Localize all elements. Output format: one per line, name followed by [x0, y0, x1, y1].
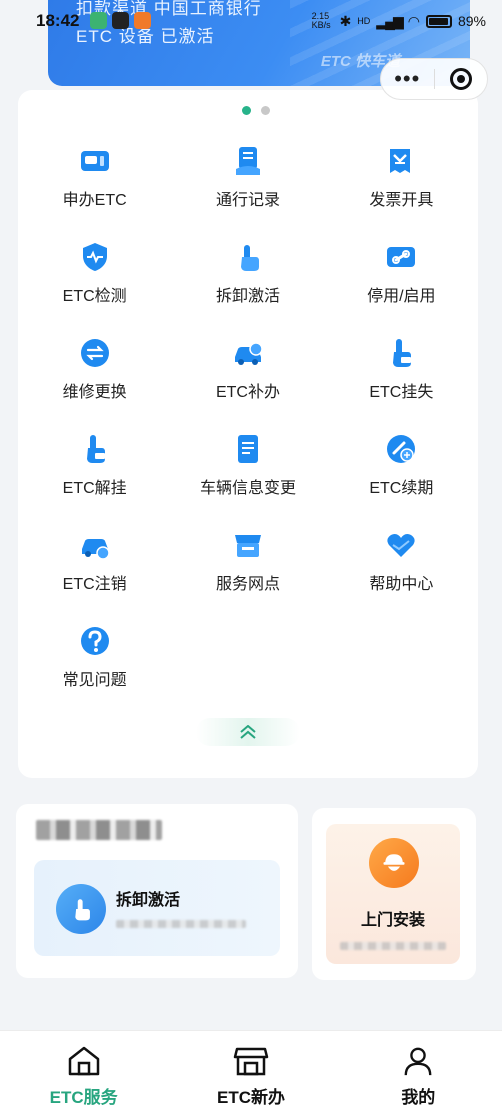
menu-etc-reissue[interactable]: ETC补办	[171, 330, 324, 426]
redacted-card-title	[36, 820, 162, 840]
shield-pulse-icon	[78, 240, 112, 274]
heart-hand-icon	[384, 528, 418, 562]
menu-dismantle-activate[interactable]: 拆卸激活	[171, 234, 324, 330]
tab-etc-new[interactable]: ETC新办	[167, 1031, 334, 1108]
renew-icon	[384, 432, 418, 466]
tab-etc-service[interactable]: ETC服务	[0, 1031, 167, 1108]
menu-etc-report-lost[interactable]: ETC挂失	[325, 330, 478, 426]
hand-lost-icon	[78, 432, 112, 466]
tab-mine[interactable]: 我的	[335, 1031, 502, 1108]
status-bar: 18:42 2.15 KB/s ✱ HD ▂▄▆ ◠ 89%	[0, 0, 502, 40]
status-right: 2.15 KB/s ✱ HD ▂▄▆ ◠ 89%	[312, 12, 486, 30]
car-reissue-icon	[231, 336, 265, 370]
service-grid: 申办ETC 通行记录 发票开具 ETC检测 拆卸激活 停用/启用 维修更换 ET…	[18, 138, 478, 714]
hand-lost-icon	[384, 336, 418, 370]
bluetooth-icon: ✱	[339, 12, 352, 29]
status-time: 18:42	[36, 11, 80, 30]
menu-disable-enable[interactable]: 停用/启用	[325, 234, 478, 330]
menu-etc-renew[interactable]: ETC续期	[325, 426, 478, 522]
question-icon	[78, 624, 112, 658]
link-card-icon	[384, 240, 418, 274]
dismantle-activate-entry[interactable]: 拆卸激活	[34, 860, 280, 956]
menu-label: ETC补办	[215, 384, 280, 401]
tab-label: ETC新办	[216, 1088, 285, 1107]
menu-label: ETC注销	[62, 576, 127, 593]
signal-icon: ▂▄▆	[376, 12, 403, 29]
hand-touch-icon	[231, 240, 265, 274]
menu-label: 拆卸激活	[215, 288, 280, 305]
store-icon	[231, 528, 265, 562]
menu-label: ETC挂失	[369, 384, 434, 401]
menu-label: 停用/启用	[367, 288, 436, 305]
menu-label: 申办ETC	[62, 192, 127, 209]
pager-dot-active[interactable]	[242, 106, 251, 115]
redacted-subtitle	[116, 920, 246, 928]
door-install-title: 上门安装	[360, 912, 425, 929]
network-speed: 2.15 KB/s	[311, 11, 331, 30]
menu-label: 常见问题	[62, 672, 127, 689]
tab-label: 我的	[401, 1088, 436, 1107]
car-cancel-icon	[78, 528, 112, 562]
menu-help-center[interactable]: 帮助中心	[325, 522, 478, 618]
etc-card-icon	[78, 144, 112, 178]
menu-etc-check[interactable]: ETC检测	[18, 234, 171, 330]
install-card: 上门安装	[312, 808, 476, 980]
home-icon	[68, 1046, 99, 1076]
menu-repair-replace[interactable]: 维修更换	[18, 330, 171, 426]
menu-label: ETC续期	[369, 480, 434, 497]
chevron-up-double-icon	[240, 725, 256, 739]
banner-pager	[242, 106, 270, 115]
menu-label: 通行记录	[215, 192, 280, 209]
shop-icon	[233, 1047, 269, 1076]
quick-service-card: 拆卸激活	[16, 804, 298, 978]
menu-label: 发票开具	[369, 192, 434, 209]
battery-percent: 89%	[457, 13, 486, 29]
car-record-icon	[231, 144, 265, 178]
dismantle-activate-title: 拆卸激活	[116, 892, 181, 909]
redacted-subtitle	[340, 942, 446, 950]
signal-label: HD	[357, 16, 371, 26]
menu-label: 维修更换	[62, 384, 127, 401]
menu-label: 服务网点	[215, 576, 280, 593]
menu-apply-etc[interactable]: 申办ETC	[18, 138, 171, 234]
door-install-entry[interactable]: 上门安装	[326, 824, 460, 964]
menu-label: ETC解挂	[62, 480, 127, 497]
worker-helmet-icon	[369, 838, 419, 888]
menu-etc-unlock[interactable]: ETC解挂	[18, 426, 171, 522]
document-edit-icon	[231, 432, 265, 466]
bottom-tab-bar: ETC服务 ETC新办 我的	[0, 1030, 502, 1108]
menu-invoice[interactable]: 发票开具	[325, 138, 478, 234]
invoice-icon	[384, 144, 418, 178]
menu-trip-records[interactable]: 通行记录	[171, 138, 324, 234]
target-icon[interactable]	[434, 68, 487, 90]
menu-label: ETC检测	[62, 288, 127, 305]
miniapp-capsule: •••	[380, 58, 488, 100]
more-dots-icon[interactable]: •••	[381, 68, 434, 90]
wifi-icon: ◠	[407, 12, 420, 29]
swap-icon	[78, 336, 112, 370]
app-notification-icon	[112, 12, 129, 29]
menu-faq[interactable]: 常见问题	[18, 618, 171, 714]
hand-touch-icon	[56, 884, 106, 934]
menu-service-outlets[interactable]: 服务网点	[171, 522, 324, 618]
pager-dot[interactable]	[261, 106, 270, 115]
menu-label: 帮助中心	[369, 576, 434, 593]
tab-label: ETC服务	[49, 1088, 118, 1107]
menu-label: 车辆信息变更	[199, 480, 296, 497]
collapse-menu-button[interactable]	[196, 718, 300, 746]
media-notification-icon	[134, 12, 151, 29]
battery-icon	[425, 14, 452, 28]
person-icon	[404, 1047, 432, 1076]
menu-etc-cancel[interactable]: ETC注销	[18, 522, 171, 618]
menu-vehicle-info-change[interactable]: 车辆信息变更	[171, 426, 324, 522]
shield-notification-icon	[90, 12, 107, 29]
